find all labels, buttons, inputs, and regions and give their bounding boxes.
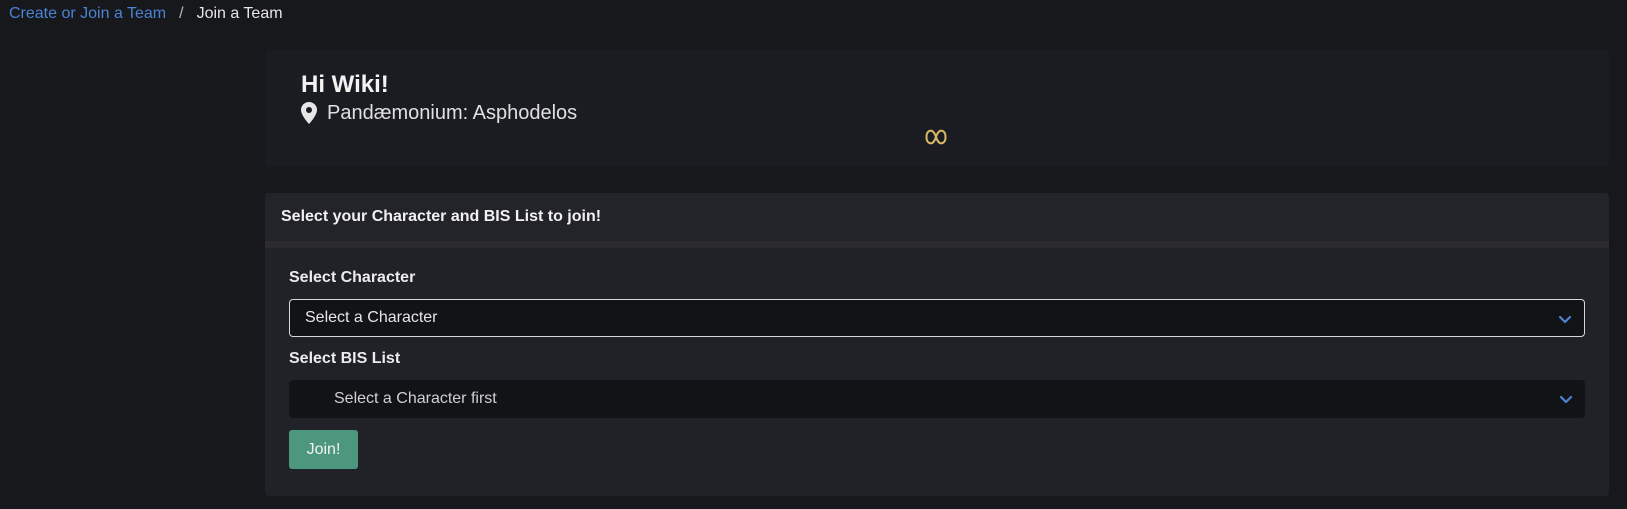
select-bis-list-label: Select BIS List — [289, 350, 401, 367]
greeting-title: Hi Wiki! — [301, 71, 389, 98]
join-team-card: Select your Character and BIS List to jo… — [265, 193, 1609, 496]
team-hero-panel: Hi Wiki! Pandæmonium: Asphodelos — [265, 50, 1609, 167]
chevron-down-icon — [1558, 312, 1572, 324]
location-row: Pandæmonium: Asphodelos — [301, 100, 577, 126]
bis-list-select[interactable]: Select a Character first — [289, 380, 1585, 418]
breadcrumb-separator: / — [179, 5, 184, 22]
breadcrumb-link-create-or-join[interactable]: Create or Join a Team — [9, 4, 166, 24]
card-body: Select Character Select a Character Sele… — [265, 268, 1609, 469]
character-select[interactable]: Select a Character — [289, 299, 1585, 337]
character-select-value: Select a Character — [305, 309, 438, 326]
card-header: Select your Character and BIS List to jo… — [265, 193, 1609, 248]
chevron-down-icon — [1559, 392, 1573, 404]
join-button[interactable]: Join! — [289, 430, 358, 469]
select-character-label: Select Character — [289, 269, 416, 286]
bis-list-select-value: Select a Character first — [334, 390, 497, 407]
ouroboros-logo-icon — [925, 128, 947, 146]
map-pin-icon — [301, 102, 317, 124]
location-text: Pandæmonium: Asphodelos — [327, 102, 578, 124]
breadcrumb: Create or Join a Team / Join a Team — [9, 4, 283, 24]
breadcrumb-current: Join a Team — [196, 5, 283, 22]
